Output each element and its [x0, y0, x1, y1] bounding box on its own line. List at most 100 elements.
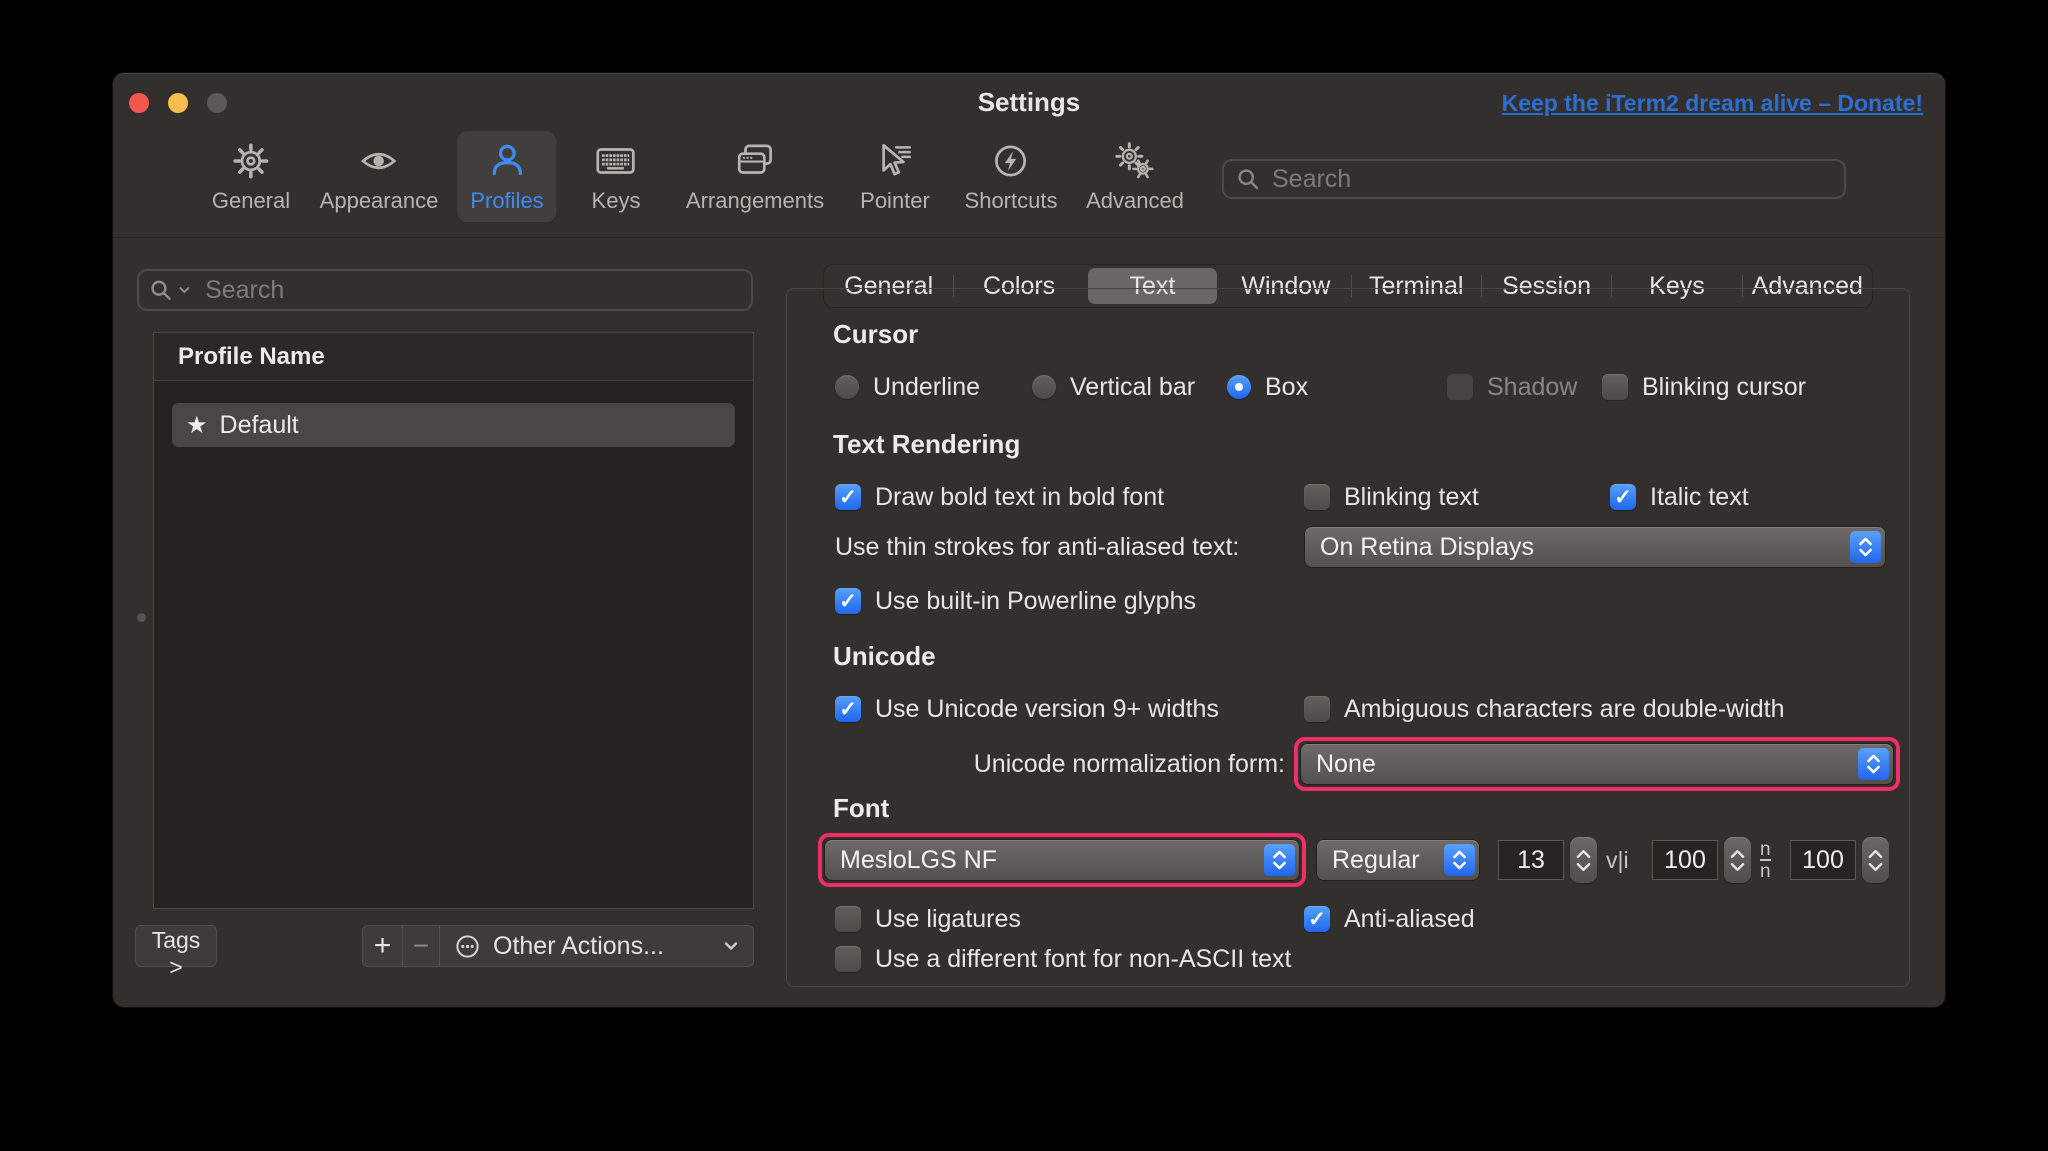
- profile-search-input[interactable]: [203, 274, 741, 306]
- radio-vertical-bar[interactable]: Vertical bar: [1032, 365, 1195, 409]
- star-icon: ★: [186, 411, 208, 439]
- popup-stepper-icon: [1850, 531, 1881, 563]
- windows-icon: [732, 138, 778, 184]
- add-profile-button[interactable]: +: [363, 926, 403, 966]
- checkbox-ligatures[interactable]: Use ligatures: [835, 897, 1021, 941]
- toolbar-item-label: General: [211, 188, 291, 213]
- checkbox-blinking-text[interactable]: Blinking text: [1304, 475, 1479, 519]
- toolbar-item-advanced[interactable]: Advanced: [1073, 131, 1197, 222]
- popup-stepper-icon: [1444, 844, 1475, 876]
- checkbox-italic-text[interactable]: Italic text: [1610, 475, 1749, 519]
- profile-list-header: Profile Name: [154, 333, 753, 381]
- gears-icon: [1112, 138, 1158, 184]
- profile-list-actions: Tags > + − Other Actions...: [135, 925, 754, 980]
- checkbox-icon[interactable]: [835, 906, 861, 932]
- toolbar-item-pointer[interactable]: Pointer: [847, 131, 943, 222]
- checkbox-label: Use Unicode version 9+ widths: [875, 694, 1219, 723]
- toolbar-item-shortcuts[interactable]: Shortcuts: [952, 131, 1071, 222]
- font-style-popup[interactable]: Regular: [1317, 840, 1479, 880]
- vertical-spacing-field[interactable]: [1790, 840, 1856, 880]
- chevron-down-icon: [1576, 862, 1591, 872]
- remove-profile-button[interactable]: −: [403, 926, 440, 966]
- search-icon: [149, 277, 172, 303]
- checkbox-icon[interactable]: [1602, 374, 1628, 400]
- toolbar-search-input[interactable]: [1270, 163, 1832, 195]
- checkbox-non-ascii-font[interactable]: Use a different font for non-ASCII text: [835, 937, 1291, 981]
- person-icon: [484, 138, 530, 184]
- tags-button[interactable]: Tags >: [135, 925, 217, 980]
- toolbar-item-profiles[interactable]: Profiles: [457, 131, 557, 222]
- checkbox-label: Blinking text: [1344, 482, 1479, 511]
- radio-underline[interactable]: Underline: [835, 365, 980, 409]
- checkbox-label: Use built-in Powerline glyphs: [875, 586, 1196, 615]
- toolbar-item-label: Appearance: [319, 188, 439, 213]
- checkbox-checked-icon[interactable]: [1304, 906, 1330, 932]
- splitter-handle[interactable]: [137, 613, 146, 622]
- checkbox-checked-icon[interactable]: [835, 484, 861, 510]
- text-rendering-row: Draw bold text in bold font Blinking tex…: [787, 475, 1909, 519]
- radio-box[interactable]: Box: [1227, 365, 1308, 409]
- chevron-down-icon: [723, 938, 739, 954]
- checkbox-powerline[interactable]: Use built-in Powerline glyphs: [835, 579, 1196, 623]
- radio-icon[interactable]: [835, 375, 859, 399]
- toolbar-item-label: Advanced: [1086, 188, 1184, 213]
- checkbox-icon[interactable]: [835, 946, 861, 972]
- title-bar: Settings Keep the iTerm2 dream alive – D…: [113, 73, 1945, 129]
- radio-label: Box: [1265, 372, 1309, 401]
- circle-ellipsis-icon: [454, 933, 481, 960]
- profile-row-default[interactable]: ★ Default: [172, 403, 735, 447]
- eye-icon: [356, 138, 402, 184]
- radio-label: Underline: [873, 372, 981, 401]
- checkbox-checked-icon[interactable]: [1610, 484, 1636, 510]
- text-rendering-section-heading: Text Rendering: [833, 429, 1021, 459]
- horizontal-spacing-stepper[interactable]: [1724, 837, 1751, 883]
- chevron-down-icon: [1730, 862, 1745, 872]
- non-ascii-row: Use a different font for non-ASCII text: [787, 937, 1909, 981]
- popup-value: MesloLGS NF: [840, 845, 997, 874]
- other-actions-dropdown[interactable]: Other Actions...: [440, 926, 753, 966]
- search-icon: [1236, 167, 1260, 191]
- highlight-frame-font-family: MesloLGS NF: [818, 833, 1306, 887]
- popup-stepper-icon: [1858, 748, 1889, 780]
- chevron-down-icon[interactable]: [178, 283, 191, 297]
- toolbar-search-field[interactable]: [1222, 159, 1846, 199]
- toolbar-item-arrangements[interactable]: Arrangements: [673, 131, 837, 222]
- thin-strokes-popup[interactable]: On Retina Displays: [1305, 527, 1885, 567]
- popup-value: Regular: [1332, 845, 1420, 874]
- radio-icon[interactable]: [1032, 375, 1056, 399]
- popup-value: On Retina Displays: [1320, 532, 1534, 561]
- checkbox-draw-bold[interactable]: Draw bold text in bold font: [835, 475, 1164, 519]
- font-section-heading: Font: [833, 793, 890, 823]
- chevron-down-icon: [1868, 862, 1883, 872]
- vertical-spacing-stepper[interactable]: [1862, 837, 1889, 883]
- checkbox-checked-icon[interactable]: [835, 696, 861, 722]
- checkbox-checked-icon[interactable]: [835, 588, 861, 614]
- checkbox-label: Ambiguous characters are double-width: [1344, 694, 1785, 723]
- font-family-popup[interactable]: MesloLGS NF: [825, 840, 1299, 880]
- text-settings-panel: Cursor Underline Vertical bar Box Shadow: [786, 288, 1910, 987]
- popup-stepper-icon: [1264, 844, 1295, 876]
- lightning-icon: [988, 138, 1034, 184]
- checkbox-icon[interactable]: [1304, 484, 1330, 510]
- other-actions-label: Other Actions...: [493, 931, 664, 960]
- profile-search-field[interactable]: [137, 269, 753, 311]
- radio-selected-icon[interactable]: [1227, 375, 1251, 399]
- checkbox-antialiased[interactable]: Anti-aliased: [1304, 897, 1475, 941]
- profile-name: Default: [219, 410, 299, 439]
- font-size-stepper[interactable]: [1570, 837, 1597, 883]
- chevron-up-icon: [1868, 849, 1883, 859]
- checkbox-unicode-v9[interactable]: Use Unicode version 9+ widths: [835, 687, 1219, 731]
- unicode-normalization-popup[interactable]: None: [1301, 744, 1893, 784]
- checkbox-ambiguous-width[interactable]: Ambiguous characters are double-width: [1304, 687, 1785, 731]
- toolbar-item-general[interactable]: General: [199, 131, 303, 222]
- donate-link[interactable]: Keep the iTerm2 dream alive – Donate!: [1502, 90, 1923, 117]
- frac-bottom: n: [1760, 858, 1771, 882]
- checkbox-icon[interactable]: [1304, 696, 1330, 722]
- horizontal-spacing-field[interactable]: [1652, 840, 1718, 880]
- toolbar-item-label: Profiles: [470, 188, 544, 213]
- toolbar-item-appearance[interactable]: Appearance: [307, 131, 452, 222]
- thin-strokes-row: Use thin strokes for anti-aliased text: …: [787, 525, 1909, 569]
- checkbox-blinking-cursor[interactable]: Blinking cursor: [1602, 365, 1806, 409]
- toolbar-item-keys[interactable]: Keys: [579, 131, 654, 222]
- font-size-field[interactable]: [1498, 840, 1564, 880]
